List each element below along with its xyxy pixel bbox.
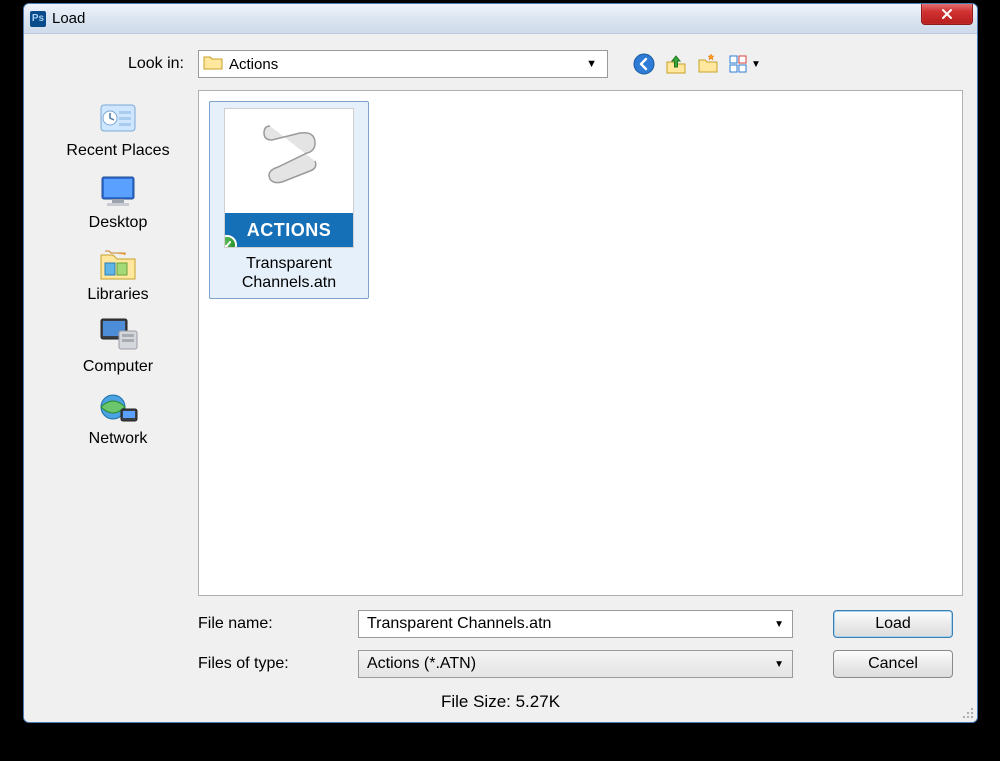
actions-badge: ACTIONS <box>225 213 353 247</box>
dialog-body: Look in: Actions ▼ <box>24 34 977 722</box>
close-icon <box>940 8 954 20</box>
desktop-icon <box>94 170 142 214</box>
place-label: Libraries <box>87 286 148 304</box>
new-folder-button[interactable] <box>696 52 720 76</box>
new-folder-icon <box>697 53 719 75</box>
view-menu-button[interactable]: ▼ <box>728 52 762 76</box>
file-caption: Transparent Channels.atn <box>242 254 336 292</box>
place-network[interactable]: Network <box>58 382 178 450</box>
places-bar: Recent Places Desktop <box>38 90 198 596</box>
up-one-level-icon <box>665 53 687 75</box>
computer-icon <box>94 314 142 358</box>
place-libraries[interactable]: Libraries <box>58 238 178 306</box>
mid-row: Recent Places Desktop <box>38 90 963 596</box>
back-icon <box>633 53 655 75</box>
file-item[interactable]: ACTIONS Transparent Channels.atn <box>209 101 369 299</box>
filename-combo[interactable]: Transparent Channels.atn ▼ <box>358 610 793 638</box>
bottom-form: File name: Transparent Channels.atn ▼ Lo… <box>38 596 963 690</box>
filetype-combo[interactable]: Actions (*.ATN) ▼ <box>358 650 793 678</box>
libraries-icon <box>94 242 142 286</box>
back-button[interactable] <box>632 52 656 76</box>
chevron-down-icon: ▼ <box>774 659 784 670</box>
filetype-label: Files of type: <box>198 655 358 673</box>
load-dialog: Ps Load Look in: Actions ▼ <box>23 3 978 723</box>
file-thumbnail: ACTIONS <box>224 108 354 248</box>
photoshop-icon: Ps <box>30 11 46 27</box>
lookin-label: Look in: <box>38 55 198 73</box>
place-recent[interactable]: Recent Places <box>58 94 178 162</box>
place-label: Desktop <box>89 214 148 232</box>
titlebar: Ps Load <box>24 4 977 34</box>
chevron-down-icon: ▼ <box>774 619 784 630</box>
view-menu-icon <box>729 55 749 73</box>
folder-icon <box>203 53 223 75</box>
chevron-down-icon: ▼ <box>586 58 603 70</box>
file-list-pane[interactable]: ACTIONS Transparent Channels.atn <box>198 90 963 596</box>
recent-places-icon <box>94 98 142 142</box>
check-icon <box>224 235 237 248</box>
load-button[interactable]: Load <box>833 610 953 638</box>
lookin-row: Look in: Actions ▼ <box>38 48 963 80</box>
place-computer[interactable]: Computer <box>58 310 178 378</box>
resize-grip[interactable] <box>960 705 974 719</box>
close-button[interactable] <box>921 3 973 25</box>
action-script-icon <box>260 121 320 186</box>
filetype-value: Actions (*.ATN) <box>367 655 476 673</box>
cancel-button[interactable]: Cancel <box>833 650 953 678</box>
filename-value: Transparent Channels.atn <box>367 615 551 633</box>
place-desktop[interactable]: Desktop <box>58 166 178 234</box>
nav-toolbar: ▼ <box>632 52 762 76</box>
lookin-combo[interactable]: Actions ▼ <box>198 50 608 78</box>
file-size-footer: File Size: 5.27K <box>38 690 963 716</box>
window-title: Load <box>52 10 85 27</box>
filename-label: File name: <box>198 615 358 633</box>
network-icon <box>94 386 142 430</box>
up-one-level-button[interactable] <box>664 52 688 76</box>
place-label: Computer <box>83 358 153 376</box>
chevron-down-icon: ▼ <box>751 59 761 70</box>
place-label: Recent Places <box>66 142 169 160</box>
place-label: Network <box>89 430 148 448</box>
lookin-value: Actions <box>229 56 278 73</box>
